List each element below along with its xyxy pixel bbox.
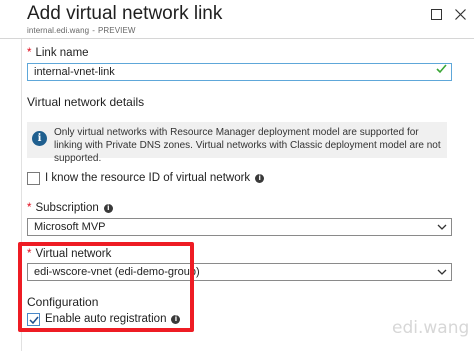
info-icon: i	[103, 203, 113, 213]
subscription-value: Microsoft MVP	[34, 221, 106, 233]
link-name-label: * Link name	[27, 47, 89, 59]
subscription-select[interactable]: Microsoft MVP	[27, 218, 452, 236]
maximize-button[interactable]	[428, 6, 444, 22]
watermark: edi.wang	[392, 318, 470, 338]
zone-name: internal.edi.wang	[27, 26, 90, 35]
page-title: Add virtual network link	[27, 3, 223, 24]
subtitle-separator: -	[92, 26, 95, 35]
chevron-down-icon	[437, 219, 447, 241]
info-message-text: Only virtual networks with Resource Mana…	[54, 127, 441, 164]
maximize-icon	[430, 8, 442, 20]
know-resource-id-checkbox[interactable]	[27, 172, 40, 185]
blade-header: Add virtual network link internal.edi.wa…	[0, 0, 474, 39]
annotation-highlight-box	[18, 242, 194, 332]
close-button[interactable]	[452, 6, 468, 22]
page-subtitle: internal.edi.wang - PREVIEW	[27, 26, 136, 35]
vnet-details-title: Virtual network details	[27, 95, 145, 109]
know-resource-id-label: I know the resource ID of virtual networ…	[45, 172, 265, 184]
preview-tag: PREVIEW	[97, 26, 136, 35]
close-icon	[454, 8, 466, 20]
subscription-label: * Subscription i	[27, 202, 113, 214]
checkmark-icon	[436, 63, 447, 79]
info-message: i Only virtual networks with Resource Ma…	[27, 122, 447, 164]
link-name-value: internal-vnet-link	[34, 66, 115, 78]
info-icon: i	[32, 131, 47, 146]
chevron-down-icon	[437, 264, 447, 286]
link-name-input[interactable]: internal-vnet-link	[27, 63, 452, 81]
info-icon: i	[255, 173, 265, 183]
